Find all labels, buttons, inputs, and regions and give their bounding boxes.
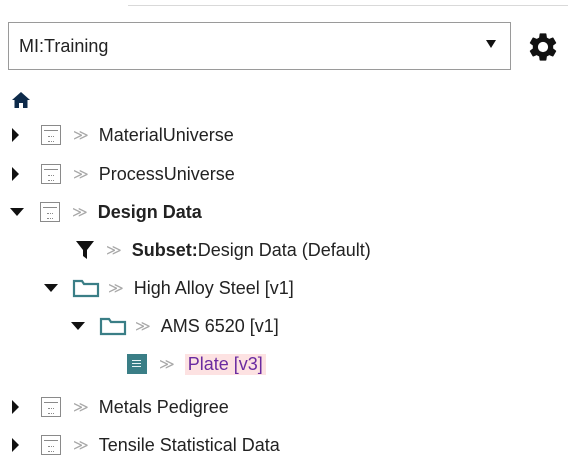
- collapse-arrow-icon[interactable]: [10, 208, 24, 216]
- chevron-double-down-icon[interactable]: ≫: [108, 281, 124, 296]
- top-divider: [128, 5, 568, 6]
- table-icon: [41, 397, 61, 417]
- expand-arrow-icon[interactable]: [12, 400, 19, 414]
- table-icon: [41, 164, 61, 184]
- tree-item-materialuniverse[interactable]: ≫ MaterialUniverse: [11, 117, 234, 153]
- home-icon[interactable]: [12, 92, 30, 108]
- tree-item-high-alloy-steel[interactable]: ≫ High Alloy Steel [v1]: [44, 270, 294, 306]
- record-icon: [127, 354, 147, 374]
- tree-item-design-data[interactable]: ≫ Design Data: [10, 194, 202, 230]
- tree-item-plate[interactable]: ≫ Plate [v3]: [127, 346, 266, 382]
- tree-item-label[interactable]: Design Data: [98, 202, 202, 223]
- tree-item-processuniverse[interactable]: ≫ ProcessUniverse: [11, 156, 235, 192]
- tree-item-label[interactable]: Plate [v3]: [184, 353, 266, 375]
- chevron-double-down-icon[interactable]: ≫: [159, 357, 175, 372]
- folder-icon: [99, 317, 127, 336]
- database-select[interactable]: MI:Training: [8, 22, 511, 70]
- chevron-double-down-icon[interactable]: ≫: [72, 205, 88, 220]
- chevron-double-down-icon[interactable]: ≫: [73, 167, 89, 182]
- tree-item-label[interactable]: ProcessUniverse: [99, 164, 235, 185]
- chevron-double-down-icon[interactable]: ≫: [73, 438, 89, 453]
- collapse-arrow-icon[interactable]: [44, 284, 58, 292]
- chevron-double-down-icon[interactable]: ≫: [106, 243, 122, 258]
- tree-item-ams-6520[interactable]: ≫ AMS 6520 [v1]: [71, 308, 279, 344]
- tree-item-label[interactable]: Metals Pedigree: [99, 397, 229, 418]
- database-select-value: MI:Training: [19, 35, 109, 56]
- tree-item-subset[interactable]: ≫ Subset: Design Data (Default): [76, 232, 371, 268]
- expand-arrow-icon[interactable]: [12, 167, 19, 181]
- chevron-double-down-icon[interactable]: ≫: [73, 400, 89, 415]
- gear-icon[interactable]: [526, 30, 560, 64]
- table-icon: [41, 125, 61, 145]
- tree-item-label[interactable]: MaterialUniverse: [99, 125, 234, 146]
- collapse-arrow-icon[interactable]: [71, 322, 85, 330]
- tree-item-label[interactable]: Tensile Statistical Data: [99, 435, 280, 456]
- expand-arrow-icon[interactable]: [12, 438, 19, 452]
- filter-icon: [76, 241, 94, 259]
- chevron-double-down-icon[interactable]: ≫: [73, 128, 89, 143]
- tree-item-tensile-statistical-data[interactable]: ≫ Tensile Statistical Data: [11, 427, 280, 463]
- tree-item-metals-pedigree[interactable]: ≫ Metals Pedigree: [11, 389, 229, 425]
- tree-item-label[interactable]: High Alloy Steel [v1]: [134, 278, 294, 299]
- table-icon: [40, 202, 60, 222]
- tree-item-label[interactable]: AMS 6520 [v1]: [161, 316, 279, 337]
- folder-icon: [72, 279, 100, 298]
- tree-item-label[interactable]: Design Data (Default): [198, 240, 371, 261]
- subset-prefix: Subset:: [131, 239, 198, 260]
- table-icon: [41, 435, 61, 455]
- chevron-double-down-icon[interactable]: ≫: [135, 319, 151, 334]
- dropdown-caret-icon: [486, 40, 496, 48]
- expand-arrow-icon[interactable]: [12, 128, 19, 142]
